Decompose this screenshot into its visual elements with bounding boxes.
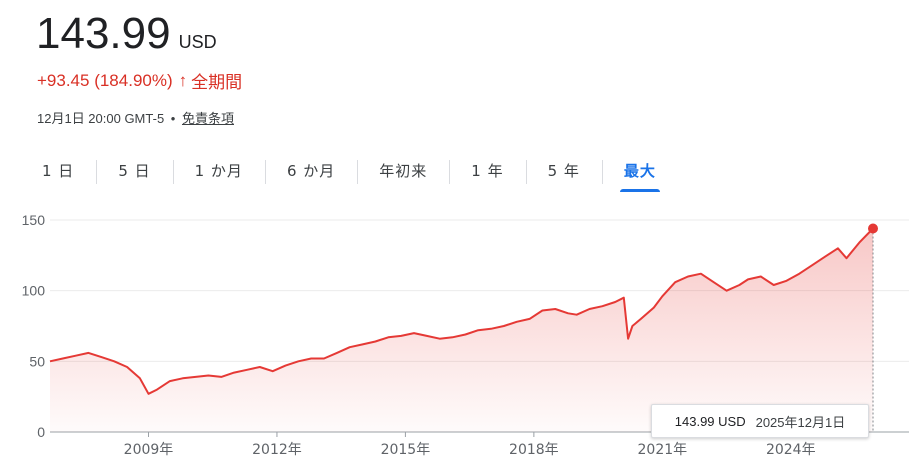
y-tick-label: 150 <box>22 212 46 228</box>
tab-1y[interactable]: 1 年 <box>449 152 525 192</box>
x-tick-label: 2015年 <box>381 442 431 458</box>
arrow-up-icon: ↑ <box>178 70 188 90</box>
quote-timestamp: 12月1日 20:00 GMT-5 <box>37 111 165 126</box>
currency-label: USD <box>178 32 217 52</box>
range-tabs: 1 日 5 日 1 か月 6 か月 年初来 1 年 5 年 最大 <box>20 152 678 192</box>
x-tick-label: 2018年 <box>509 442 559 458</box>
y-tick-label: 50 <box>29 353 45 369</box>
disclaimer-link[interactable]: 免責条項 <box>182 111 234 126</box>
x-tick-label: 2021年 <box>638 442 688 458</box>
change-period: 全期間 <box>191 73 243 92</box>
tab-ytd[interactable]: 年初来 <box>357 152 449 192</box>
price-area <box>50 228 873 432</box>
chart-tooltip: 143.99 USD 2025年12月1日 <box>651 404 869 438</box>
tab-5d[interactable]: 5 日 <box>96 152 172 192</box>
tab-max[interactable]: 最大 <box>601 152 678 192</box>
x-tick-label: 2012年 <box>252 442 302 458</box>
current-price: 143.99 <box>36 9 171 58</box>
tab-1d[interactable]: 1 日 <box>20 152 96 192</box>
x-tick-label: 2024年 <box>766 442 816 458</box>
tab-5y[interactable]: 5 年 <box>525 152 602 192</box>
tooltip-date: 2025年12月1日 <box>755 414 846 430</box>
y-tick-label: 100 <box>22 283 46 299</box>
meta-separator: • <box>170 111 176 126</box>
price-change: +93.45 (184.90%) ↑ 全期間 <box>37 68 242 93</box>
current-point[interactable] <box>868 223 878 234</box>
x-tick-label: 2009年 <box>124 442 174 458</box>
y-tick-label: 0 <box>37 424 45 440</box>
price-header: 143.99 USD <box>36 6 217 62</box>
tooltip-value: 143.99 USD <box>674 413 746 429</box>
tab-6m[interactable]: 6 か月 <box>264 152 357 192</box>
change-value: +93.45 (184.90%) <box>37 70 173 90</box>
tab-1m[interactable]: 1 か月 <box>172 152 265 192</box>
quote-meta: 12月1日 20:00 GMT-5 • 免責条項 <box>37 108 234 127</box>
